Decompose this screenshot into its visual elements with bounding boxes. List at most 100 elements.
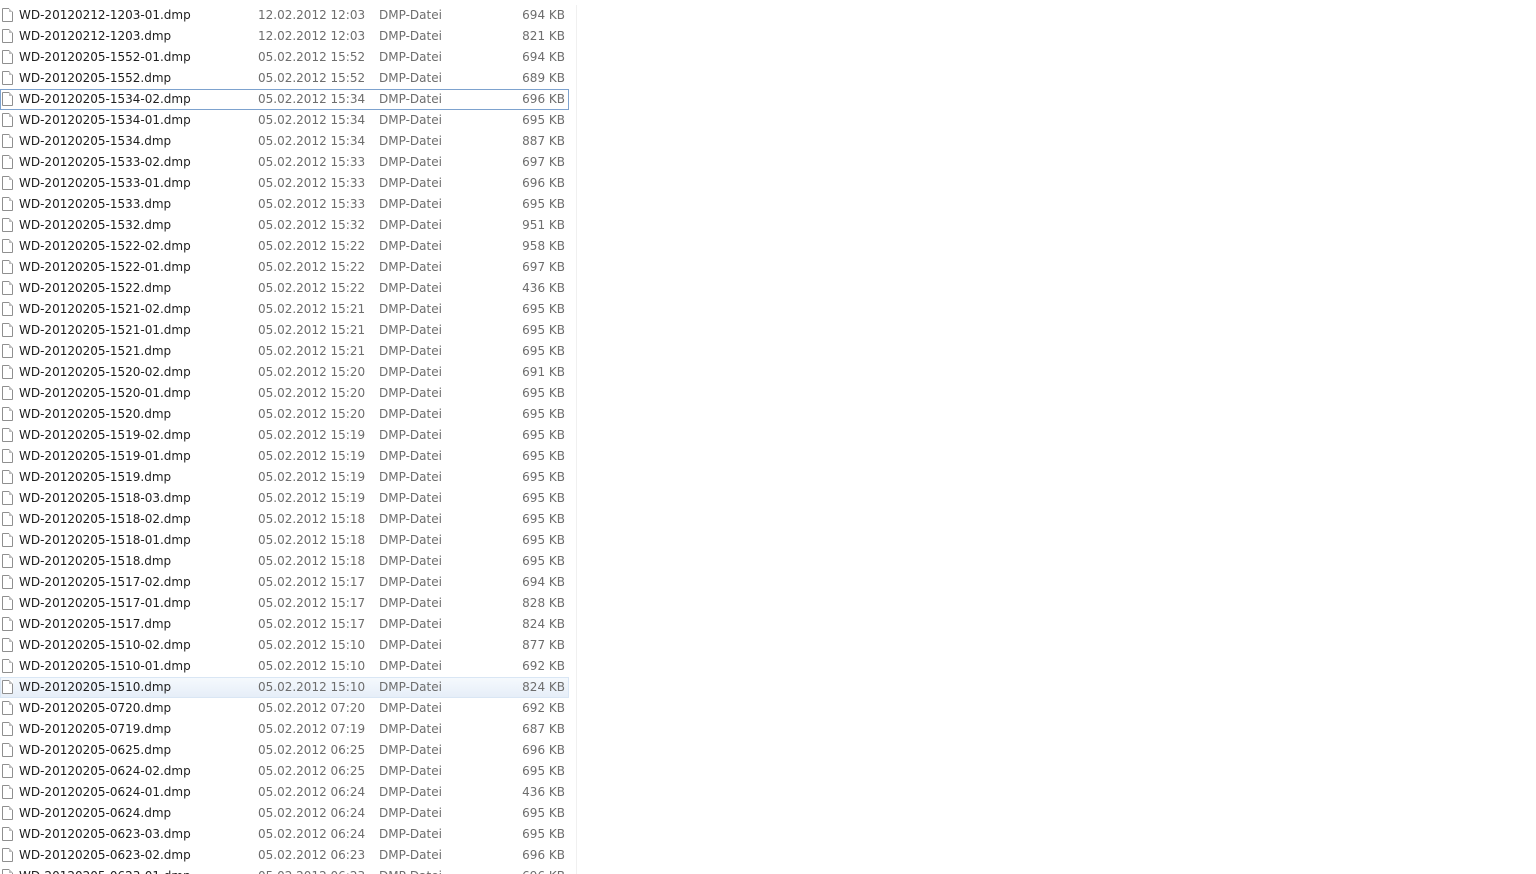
file-row[interactable]: WD-20120205-1517.dmp 05.02.2012 15:17 DMP-… bbox=[0, 614, 576, 635]
file-name: WD-20120205-1520-02.dmp bbox=[19, 365, 191, 379]
file-row[interactable]: WD-20120205-1552-01.dmp 05.02.2012 15:52 D… bbox=[0, 47, 576, 68]
file-name: WD-20120205-1517.dmp bbox=[19, 617, 172, 631]
file-name: WD-20120205-0623-02.dmp bbox=[19, 848, 191, 862]
file-icon bbox=[2, 428, 13, 442]
file-row[interactable]: WD-20120212-1203-01.dmp 12.02.2012 12:03 D… bbox=[0, 5, 576, 26]
file-type: DMP-Datei bbox=[379, 743, 442, 757]
file-row[interactable]: WD-20120205-1532.dmp 05.02.2012 15:32 DMP-… bbox=[0, 215, 576, 236]
file-type: DMP-Datei bbox=[379, 491, 442, 505]
file-size: 824 KB bbox=[522, 680, 565, 694]
file-name: WD-20120205-1533-01.dmp bbox=[19, 176, 191, 190]
file-type: DMP-Datei bbox=[379, 50, 442, 64]
file-size: 877 KB bbox=[522, 638, 565, 652]
file-type: DMP-Datei bbox=[379, 554, 442, 568]
file-row[interactable]: WD-20120205-1510-02.dmp 05.02.2012 15:10 D… bbox=[0, 635, 576, 656]
file-row[interactable]: WD-20120205-1519.dmp 05.02.2012 15:19 DMP-… bbox=[0, 467, 576, 488]
file-row[interactable]: WD-20120205-1534-01.dmp 05.02.2012 15:34 D… bbox=[0, 110, 576, 131]
file-size: 695 KB bbox=[522, 197, 565, 211]
file-size: 695 KB bbox=[522, 512, 565, 526]
file-row[interactable]: WD-20120205-1520-02.dmp 05.02.2012 15:20 D… bbox=[0, 362, 576, 383]
file-icon bbox=[2, 596, 13, 610]
file-type: DMP-Datei bbox=[379, 323, 442, 337]
file-name: WD-20120205-1522-02.dmp bbox=[19, 239, 191, 253]
file-name: WD-20120205-1534-01.dmp bbox=[19, 113, 191, 127]
file-name: WD-20120205-0624-02.dmp bbox=[19, 764, 191, 778]
file-icon bbox=[2, 575, 13, 589]
file-date-modified: 05.02.2012 06:24 bbox=[258, 806, 366, 820]
file-icon bbox=[2, 764, 13, 778]
file-icon bbox=[2, 365, 13, 379]
file-date-modified: 05.02.2012 06:23 bbox=[258, 866, 365, 874]
file-type: DMP-Datei bbox=[379, 71, 442, 85]
file-size: 695 KB bbox=[522, 113, 565, 127]
file-row[interactable]: WD-20120205-0719.dmp 05.02.2012 07:19 DMP-… bbox=[0, 719, 576, 740]
file-icon bbox=[2, 113, 13, 127]
file-row[interactable]: WD-20120205-0623-03.dmp 05.02.2012 06:24 D… bbox=[0, 824, 576, 845]
file-row[interactable]: WD-20120205-1518-01.dmp 05.02.2012 15:18 D… bbox=[0, 530, 576, 551]
file-row[interactable]: WD-20120205-1521-01.dmp 05.02.2012 15:21 D… bbox=[0, 320, 576, 341]
file-row[interactable]: WD-20120205-1521.dmp 05.02.2012 15:21 DMP-… bbox=[0, 341, 576, 362]
file-row[interactable]: WD-20120205-1518.dmp 05.02.2012 15:18 DMP-… bbox=[0, 551, 576, 572]
file-row[interactable]: WD-20120205-0624-01.dmp 05.02.2012 06:24 D… bbox=[0, 782, 576, 803]
file-type: DMP-Datei bbox=[379, 281, 442, 295]
file-row[interactable]: WD-20120205-0625.dmp 05.02.2012 06:25 DMP-… bbox=[0, 740, 576, 761]
file-row[interactable]: WD-20120205-1533-02.dmp 05.02.2012 15:33 D… bbox=[0, 152, 576, 173]
file-row[interactable]: WD-20120205-1534-02.dmp 05.02.2012 15:34 D… bbox=[0, 89, 569, 110]
file-row[interactable]: WD-20120205-1552.dmp 05.02.2012 15:52 DMP-… bbox=[0, 68, 576, 89]
file-type: DMP-Datei bbox=[379, 407, 442, 421]
file-row[interactable]: WD-20120205-1510-01.dmp 05.02.2012 15:10 D… bbox=[0, 656, 576, 677]
file-name: WD-20120212-1203-01.dmp bbox=[19, 8, 191, 22]
file-icon bbox=[2, 659, 13, 673]
file-row[interactable]: WD-20120205-1517-02.dmp 05.02.2012 15:17 D… bbox=[0, 572, 576, 593]
file-type: DMP-Datei bbox=[379, 722, 442, 736]
file-row[interactable]: WD-20120212-1203.dmp 12.02.2012 12:03 DMP-… bbox=[0, 26, 576, 47]
file-date-modified: 05.02.2012 06:24 bbox=[258, 827, 366, 841]
file-type: DMP-Datei bbox=[379, 680, 442, 694]
file-type: DMP-Datei bbox=[379, 8, 442, 22]
file-date-modified: 05.02.2012 15:19 bbox=[258, 449, 366, 463]
file-icon bbox=[2, 848, 13, 862]
file-icon bbox=[2, 281, 13, 295]
file-row[interactable]: WD-20120205-1533-01.dmp 05.02.2012 15:33 D… bbox=[0, 173, 576, 194]
file-date-modified: 05.02.2012 15:18 bbox=[258, 554, 366, 568]
file-type: DMP-Datei bbox=[379, 428, 442, 442]
file-row[interactable]: WD-20120205-0624-02.dmp 05.02.2012 06:25 D… bbox=[0, 761, 576, 782]
file-name: WD-20120205-1521-02.dmp bbox=[19, 302, 191, 316]
file-row[interactable]: WD-20120205-1520.dmp 05.02.2012 15:20 DMP-… bbox=[0, 404, 576, 425]
file-size: 694 KB bbox=[522, 50, 565, 64]
file-type: DMP-Datei bbox=[379, 344, 442, 358]
file-row[interactable]: WD-20120205-1521-02.dmp 05.02.2012 15:21 D… bbox=[0, 299, 576, 320]
file-type: DMP-Datei bbox=[379, 218, 442, 232]
file-size: 687 KB bbox=[522, 722, 565, 736]
file-type: DMP-Datei bbox=[379, 260, 442, 274]
file-name: WD-20120205-1552-01.dmp bbox=[19, 50, 191, 64]
file-icon bbox=[2, 806, 13, 820]
file-row[interactable]: WD-20120205-0720.dmp 05.02.2012 07:20 DMP-… bbox=[0, 698, 576, 719]
file-row[interactable]: WD-20120205-0623-01.dmp 05.02.2012 06:23 D… bbox=[0, 866, 576, 874]
file-icon bbox=[2, 470, 13, 484]
file-type: DMP-Datei bbox=[379, 155, 442, 169]
file-row[interactable]: WD-20120205-1510.dmp 05.02.2012 15:10 DMP-… bbox=[0, 677, 569, 698]
file-row[interactable]: WD-20120205-1533.dmp 05.02.2012 15:33 DMP-… bbox=[0, 194, 576, 215]
file-date-modified: 05.02.2012 15:17 bbox=[258, 575, 366, 589]
file-row[interactable]: WD-20120205-1517-01.dmp 05.02.2012 15:17 D… bbox=[0, 593, 576, 614]
file-row[interactable]: WD-20120205-1519-02.dmp 05.02.2012 15:19 D… bbox=[0, 425, 576, 446]
file-row[interactable]: WD-20120205-0624.dmp 05.02.2012 06:24 DMP-… bbox=[0, 803, 576, 824]
file-list[interactable]: WD-20120212-1203-01.dmp 12.02.2012 12:03 D… bbox=[0, 5, 577, 874]
file-name: WD-20120205-0624-01.dmp bbox=[19, 785, 191, 799]
file-row[interactable]: WD-20120205-1522.dmp 05.02.2012 15:22 DMP-… bbox=[0, 278, 576, 299]
file-name: WD-20120205-0623-01.dmp bbox=[19, 866, 191, 874]
file-row[interactable]: WD-20120205-1522-02.dmp 05.02.2012 15:22 D… bbox=[0, 236, 576, 257]
file-row[interactable]: WD-20120205-1518-03.dmp 05.02.2012 15:19 D… bbox=[0, 488, 576, 509]
file-row[interactable]: WD-20120205-1519-01.dmp 05.02.2012 15:19 D… bbox=[0, 446, 576, 467]
file-row[interactable]: WD-20120205-1518-02.dmp 05.02.2012 15:18 D… bbox=[0, 509, 576, 530]
file-name: WD-20120205-0624.dmp bbox=[19, 806, 172, 820]
file-row[interactable]: WD-20120205-0623-02.dmp 05.02.2012 06:23 D… bbox=[0, 845, 576, 866]
file-row[interactable]: WD-20120205-1522-01.dmp 05.02.2012 15:22 D… bbox=[0, 257, 576, 278]
file-row[interactable]: WD-20120205-1534.dmp 05.02.2012 15:34 DMP-… bbox=[0, 131, 576, 152]
file-date-modified: 05.02.2012 15:33 bbox=[258, 176, 366, 190]
file-icon bbox=[2, 260, 13, 274]
file-row[interactable]: WD-20120205-1520-01.dmp 05.02.2012 15:20 D… bbox=[0, 383, 576, 404]
file-name: WD-20120205-0720.dmp bbox=[19, 701, 172, 715]
file-icon bbox=[2, 302, 13, 316]
